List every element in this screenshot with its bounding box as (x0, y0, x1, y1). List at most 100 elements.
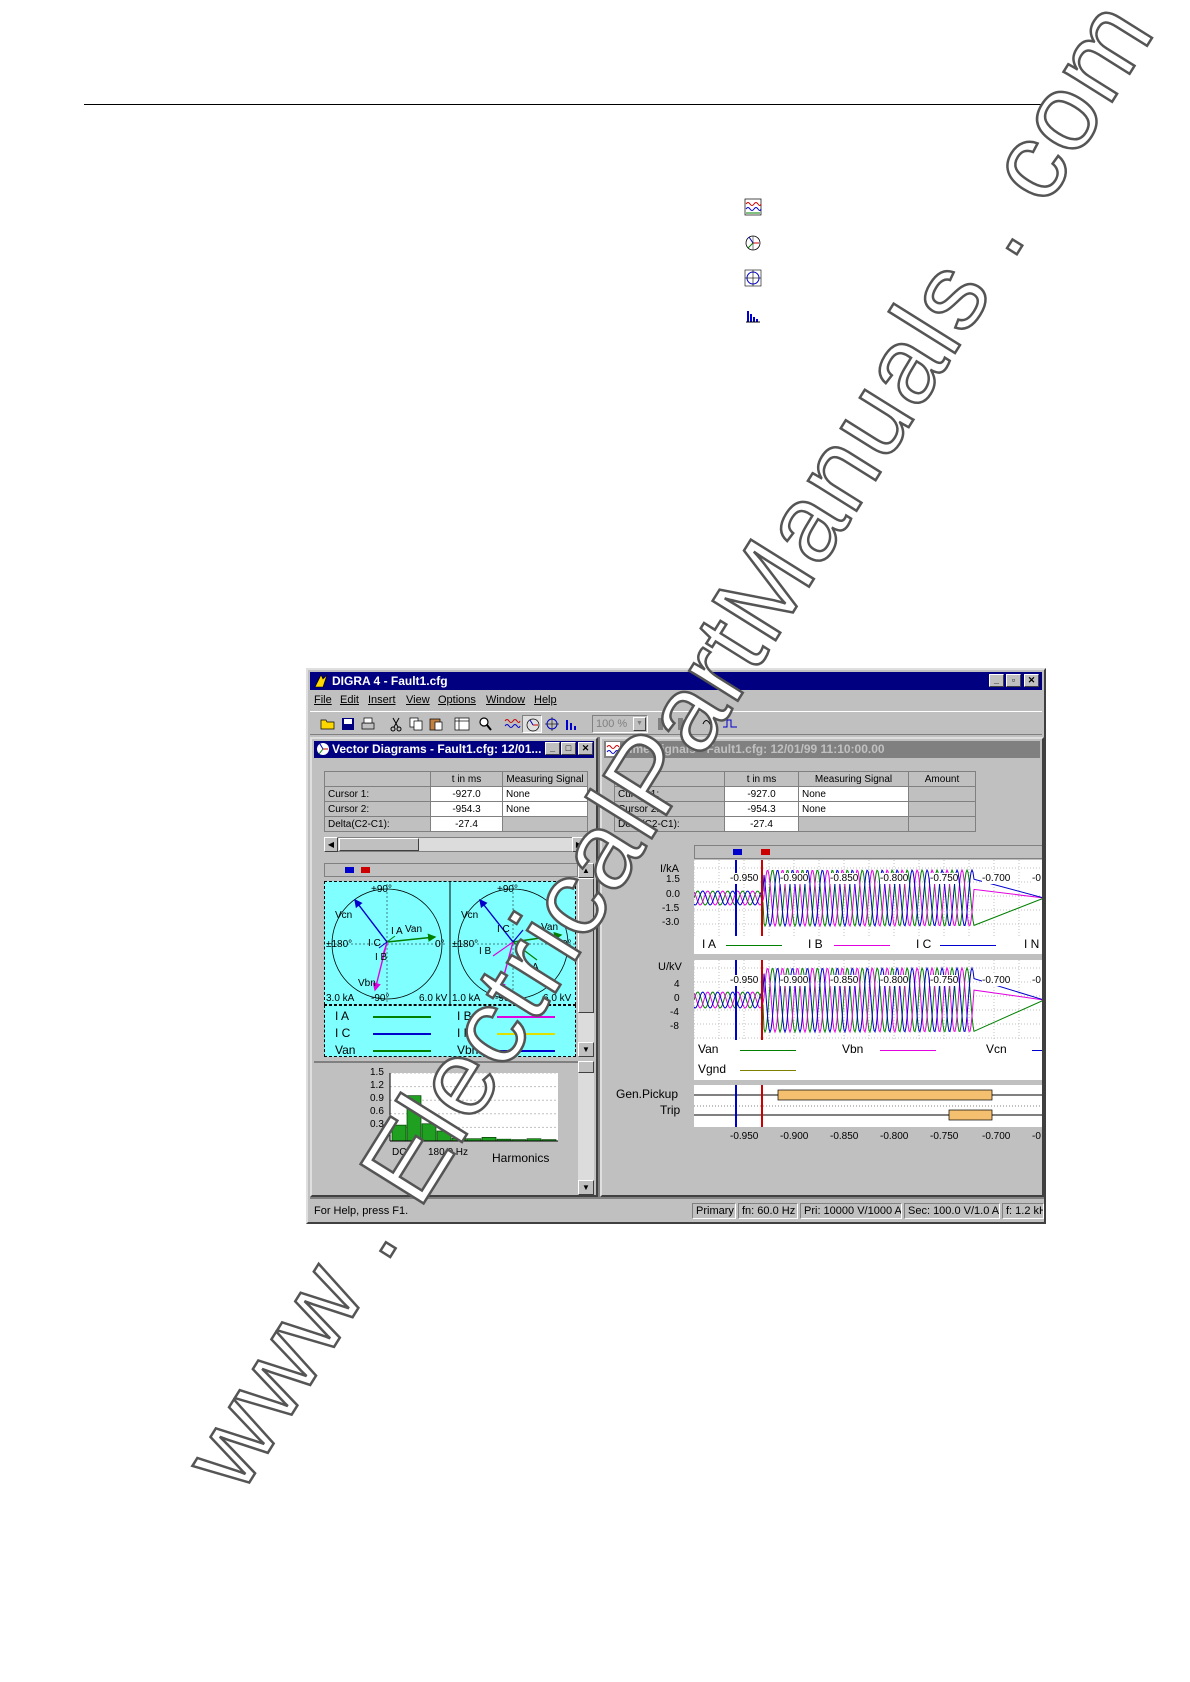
binary-signal-icon[interactable] (720, 715, 740, 733)
harmonics-panel: 1.5 1.2 0.9 0.6 0.3 DC 180.0 Hz Harmonic… (314, 1061, 578, 1195)
cursor1-marker[interactable] (345, 867, 354, 873)
vector-diagram-icon (744, 234, 762, 252)
scroll-left-icon[interactable]: ◀ (324, 837, 338, 852)
time-window-titlebar[interactable]: Time Signals - Fault1.cfg: 12/01/99 11:1… (604, 741, 1040, 758)
harmonic-bar (406, 1095, 422, 1142)
vector-minimize-button[interactable]: _ (545, 742, 560, 755)
menu-options[interactable]: Options (438, 694, 476, 706)
vector-tool-icon[interactable] (522, 715, 542, 733)
sine-icon[interactable] (700, 715, 720, 733)
dropdown-arrow-icon[interactable]: ▼ (633, 717, 646, 731)
trip-active-bar (948, 1109, 993, 1121)
binary-plot[interactable] (694, 1085, 1042, 1127)
row-label: Delta(C2-C1): (324, 816, 431, 832)
vcn-vector-2 (479, 898, 514, 943)
print-icon[interactable] (358, 715, 378, 733)
voltage-waveforms (693, 960, 1042, 1040)
vector-vscrollbar[interactable]: ▲ ▼ (578, 863, 594, 1057)
mdi-client-area: Vector Diagrams - Fault1.cfg: 12/01... _… (310, 737, 1044, 1199)
status-help: For Help, press F1. (314, 1205, 409, 1217)
binary-label-pickup: Gen.Pickup (616, 1087, 679, 1101)
minimize-button[interactable]: _ (989, 674, 1004, 687)
row-label: Cursor 2: (324, 801, 431, 817)
close-button[interactable]: ✕ (1024, 674, 1039, 687)
circle-tool-icon[interactable] (542, 715, 562, 733)
ib-label: I B (375, 952, 388, 963)
harmonic-bar (481, 1137, 497, 1142)
scroll-up-icon[interactable]: ▲ (578, 863, 594, 878)
legend-vbn: Vbn (842, 1042, 864, 1056)
time-signals-icon (744, 198, 762, 216)
menu-edit[interactable]: Edit (340, 694, 359, 706)
vector-close-button[interactable]: ✕ (578, 742, 593, 755)
fit-icon[interactable] (654, 715, 674, 733)
vector-window-titlebar[interactable]: Vector Diagrams - Fault1.cfg: 12/01... _… (314, 741, 594, 758)
cursor2-marker[interactable] (761, 849, 770, 855)
menu-help[interactable]: Help (534, 694, 557, 706)
binary-xtick: -0.950 (730, 1131, 759, 1142)
time-window-title: Time Signals - Fault1.cfg: 12/01/99 11:1… (622, 742, 885, 756)
voltage-ytick: 4 (674, 979, 680, 990)
binary-xtick: -0.800 (880, 1131, 909, 1142)
menu-window[interactable]: Window (486, 694, 525, 706)
restore-button[interactable]: ▫ (1006, 674, 1021, 687)
current-plot[interactable] (693, 860, 1042, 936)
harmonics-icon (744, 306, 762, 324)
harmonic-bar (391, 1124, 407, 1142)
legend-in: I N (1024, 937, 1040, 951)
scroll-down-icon[interactable]: ▼ (578, 1180, 594, 1195)
copy-icon[interactable] (406, 715, 426, 733)
cursor2-marker[interactable] (361, 867, 370, 873)
vector-maximize-button[interactable]: □ (561, 742, 576, 755)
harmonic-bar (421, 1123, 437, 1142)
time-signals-tool-icon[interactable] (502, 715, 522, 733)
d1-top-label: +90° (371, 884, 392, 895)
voltage-plot[interactable] (693, 960, 1042, 1040)
cell-value: -954.3 (430, 801, 503, 817)
ic-label: I C (368, 938, 381, 949)
cell-value[interactable]: None (798, 786, 909, 802)
open-icon[interactable] (318, 715, 338, 733)
status-sec: Sec: 100.0 V/1.0 A (904, 1203, 1000, 1219)
cursor-marker-bar (324, 863, 578, 877)
harmonics-tool-icon[interactable] (562, 715, 582, 733)
digra-app-icon (314, 674, 328, 688)
harmonics-chart (389, 1072, 558, 1142)
menu-view[interactable]: View (406, 694, 430, 706)
cursor1-marker[interactable] (733, 849, 742, 855)
cell-value[interactable]: None (798, 801, 909, 817)
menu-file[interactable]: File (314, 694, 332, 706)
menu-insert[interactable]: Insert (368, 694, 396, 706)
app-titlebar[interactable]: DIGRA 4 - Fault1.cfg _ ▫ ✕ (310, 672, 1042, 690)
time-cursor-table: t in ms Measuring Signal Amount Cursor 1: -… (614, 771, 976, 832)
header-rule (84, 104, 1048, 105)
van-label-2: Van (541, 922, 559, 933)
zoom-icon[interactable] (476, 715, 496, 733)
vbn-vector (372, 941, 388, 992)
harmonic-bar (436, 1130, 452, 1142)
current-ytick: 1.5 (666, 874, 680, 885)
legend-ic-swatch (373, 1033, 431, 1035)
harmonics-vscrollbar[interactable]: ▼ (578, 1061, 594, 1195)
cell-value[interactable]: None (502, 786, 588, 802)
scroll-thumb[interactable] (339, 838, 419, 851)
cut-icon[interactable] (386, 715, 406, 733)
d2-right-label: 0° (562, 939, 572, 950)
vector-window-title: Vector Diagrams - Fault1.cfg: 12/01... (332, 742, 542, 756)
scroll-up-icon[interactable] (578, 1061, 594, 1073)
zoom-select[interactable]: 100 % ▼ (592, 715, 648, 733)
scroll-thumb[interactable] (578, 878, 594, 1013)
save-icon[interactable] (338, 715, 358, 733)
ia-vector-2 (512, 941, 538, 961)
cell-value[interactable]: None (502, 801, 588, 817)
vector-table-hscrollbar[interactable]: ◀ ▶ (324, 837, 586, 852)
table-icon[interactable] (452, 715, 472, 733)
scroll-right-icon[interactable]: ▶ (572, 837, 586, 852)
legend-ia: I A (335, 1009, 350, 1023)
paste-icon[interactable] (426, 715, 446, 733)
d2-top-label: +90° (497, 884, 518, 895)
binary-xtick: -0.700 (982, 1131, 1011, 1142)
scroll-down-icon[interactable]: ▼ (578, 1042, 594, 1057)
legend-ib-swatch (497, 1016, 555, 1018)
split-icon[interactable] (674, 715, 694, 733)
